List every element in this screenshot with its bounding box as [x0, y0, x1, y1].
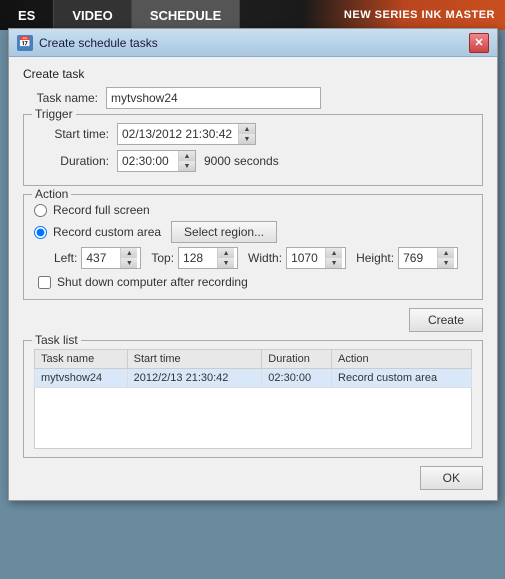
top-spinner-btns: ▲ ▼: [217, 248, 234, 268]
height-label: Height:: [356, 251, 394, 265]
brand-label: NEW SERIES INK MASTER: [334, 9, 505, 21]
duration-spinner-btns: ▲ ▼: [178, 151, 195, 171]
col-action: Action: [332, 350, 472, 369]
create-schedule-dialog: 📅 Create schedule tasks ✕ Create task Ta…: [8, 28, 498, 501]
duration-row: Duration: ▲ ▼ 9000 seconds: [34, 150, 472, 172]
dialog-body: Create task Task name: Trigger Start tim…: [9, 57, 497, 500]
duration-spinner: ▲ ▼: [117, 150, 196, 172]
top-spinner: ▲ ▼: [178, 247, 238, 269]
duration-input[interactable]: [118, 151, 178, 171]
task-name-input[interactable]: [106, 87, 321, 109]
col-start-time: Start time: [127, 350, 262, 369]
task-name-row: Task name:: [23, 87, 483, 109]
height-input[interactable]: [399, 248, 437, 268]
dialog-title: Create schedule tasks: [39, 36, 469, 50]
col-duration: Duration: [262, 350, 332, 369]
top-input[interactable]: [179, 248, 217, 268]
width-spinner: ▲ ▼: [286, 247, 346, 269]
create-button[interactable]: Create: [409, 308, 483, 332]
action-group: Action Record full screen Record custom …: [23, 194, 483, 300]
dialog-titlebar: 📅 Create schedule tasks ✕: [9, 29, 497, 57]
shutdown-checkbox[interactable]: [38, 276, 51, 289]
coords-row: Left: ▲ ▼ Top: ▲ ▼: [54, 247, 472, 269]
duration-down-btn[interactable]: ▼: [179, 161, 195, 171]
width-down-btn[interactable]: ▼: [326, 258, 342, 268]
record-fullscreen-row: Record full screen: [34, 203, 472, 217]
height-up-btn[interactable]: ▲: [438, 248, 454, 258]
top-up-btn[interactable]: ▲: [218, 248, 234, 258]
width-spinner-btns: ▲ ▼: [325, 248, 342, 268]
table-header: Task name Start time Duration Action: [35, 350, 472, 369]
top-bar: ES VIDEO SCHEDULE NEW SERIES INK MASTER: [0, 0, 505, 30]
ok-btn-row: OK: [23, 466, 483, 490]
width-up-btn[interactable]: ▲: [326, 248, 342, 258]
col-task-name: Task name: [35, 350, 128, 369]
top-down-btn[interactable]: ▼: [218, 258, 234, 268]
task-list-table: Task name Start time Duration Action myt…: [34, 349, 472, 449]
trigger-group: Trigger Start time: ▲ ▼ Duration:: [23, 114, 483, 186]
start-time-input[interactable]: [118, 124, 238, 144]
select-region-button[interactable]: Select region...: [171, 221, 277, 243]
left-input[interactable]: [82, 248, 120, 268]
left-spinner: ▲ ▼: [81, 247, 141, 269]
shutdown-row: Shut down computer after recording: [38, 275, 472, 289]
table-row[interactable]: mytvshow24 2012/2/13 21:30:42 02:30:00 R…: [35, 369, 472, 388]
height-down-btn[interactable]: ▼: [438, 258, 454, 268]
cell-duration: 02:30:00: [262, 369, 332, 388]
close-button[interactable]: ✕: [469, 33, 489, 53]
tab-schedule[interactable]: SCHEDULE: [132, 0, 241, 30]
start-time-down-btn[interactable]: ▼: [239, 134, 255, 144]
dialog-icon: 📅: [17, 35, 33, 51]
cell-task-name: mytvshow24: [35, 369, 128, 388]
height-spinner-btns: ▲ ▼: [437, 248, 454, 268]
shutdown-label[interactable]: Shut down computer after recording: [57, 275, 248, 289]
start-time-row: Start time: ▲ ▼: [34, 123, 472, 145]
start-time-label: Start time:: [34, 127, 109, 141]
width-input[interactable]: [287, 248, 325, 268]
duration-up-btn[interactable]: ▲: [179, 151, 195, 161]
record-custom-label[interactable]: Record custom area: [53, 225, 161, 239]
task-list-label: Task list: [32, 333, 81, 347]
record-fullscreen-label[interactable]: Record full screen: [53, 203, 150, 217]
left-down-btn[interactable]: ▼: [121, 258, 137, 268]
duration-label: Duration:: [34, 154, 109, 168]
width-label: Width:: [248, 251, 282, 265]
create-task-label: Create task: [23, 67, 483, 81]
tab-es[interactable]: ES: [0, 0, 54, 30]
left-spinner-btns: ▲ ▼: [120, 248, 137, 268]
seconds-label: 9000 seconds: [204, 154, 279, 168]
task-list-section: Task list Task name Start time Duration …: [23, 340, 483, 458]
ok-button[interactable]: OK: [420, 466, 483, 490]
start-time-spinner: ▲ ▼: [117, 123, 256, 145]
left-up-btn[interactable]: ▲: [121, 248, 137, 258]
record-fullscreen-radio[interactable]: [34, 204, 47, 217]
start-time-up-btn[interactable]: ▲: [239, 124, 255, 134]
cell-action: Record custom area: [332, 369, 472, 388]
record-custom-radio[interactable]: [34, 226, 47, 239]
table-body: mytvshow24 2012/2/13 21:30:42 02:30:00 R…: [35, 369, 472, 449]
record-custom-row: Record custom area Select region...: [34, 221, 472, 243]
tab-video[interactable]: VIDEO: [54, 0, 131, 30]
top-label: Top:: [151, 251, 174, 265]
action-label: Action: [32, 187, 71, 201]
left-label: Left:: [54, 251, 77, 265]
table-row-empty: [35, 388, 472, 449]
create-btn-row: Create: [23, 308, 483, 332]
trigger-label: Trigger: [32, 107, 76, 121]
start-time-spinner-btns: ▲ ▼: [238, 124, 255, 144]
task-name-label: Task name:: [23, 91, 98, 105]
cell-start-time: 2012/2/13 21:30:42: [127, 369, 262, 388]
height-spinner: ▲ ▼: [398, 247, 458, 269]
